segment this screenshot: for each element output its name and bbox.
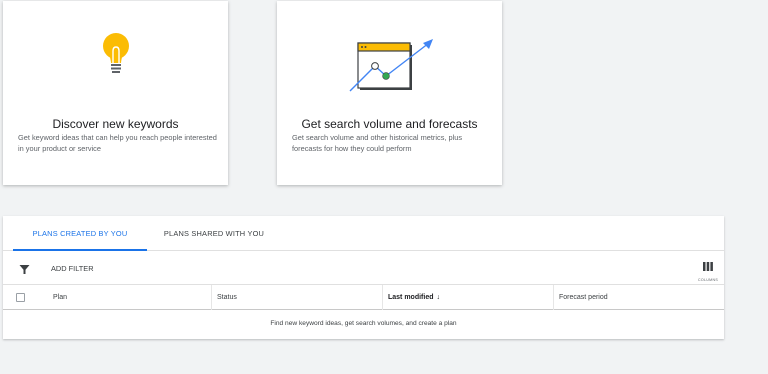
columns-button[interactable]: COLUMNS — [698, 258, 718, 282]
columns-label: COLUMNS — [698, 278, 719, 282]
columns-icon — [703, 258, 713, 275]
card-description: Get search volume and other historical m… — [292, 133, 463, 153]
tab-plans-shared-with-you[interactable]: PLANS SHARED WITH YOU — [153, 216, 275, 251]
tab-plans-created-by-you[interactable]: PLANS CREATED BY YOU — [13, 216, 147, 251]
filter-icon[interactable] — [19, 262, 30, 280]
search-volume-card[interactable]: Get search volume and forecasts Get sear… — [277, 1, 502, 185]
card-description: Get keyword ideas that can help you reac… — [18, 133, 217, 153]
column-header-last-modified[interactable]: Last modified ↓ — [382, 285, 553, 310]
empty-state-message: Find new keyword ideas, get search volum… — [270, 320, 457, 327]
card-title: Discover new keywords — [52, 117, 179, 131]
plans-panel: PLANS CREATED BY YOU PLANS SHARED WITH Y… — [3, 216, 724, 339]
column-header-forecast-period[interactable]: Forecast period — [553, 285, 724, 310]
card-title: Get search volume and forecasts — [301, 117, 478, 131]
arrow-down-icon: ↓ — [436, 294, 441, 301]
lightbulb-icon — [3, 31, 228, 79]
select-all-checkbox[interactable] — [16, 293, 25, 302]
trend-chart-icon — [277, 36, 502, 92]
table-header: Plan Status Last modified ↓ Forecast peri… — [3, 285, 724, 310]
add-filter-button[interactable]: ADD FILTER — [51, 264, 94, 273]
column-header-status[interactable]: Status — [211, 285, 382, 310]
plans-tabs: PLANS CREATED BY YOU PLANS SHARED WITH Y… — [3, 216, 724, 251]
column-header-plan[interactable]: Plan — [48, 285, 213, 310]
filter-toolbar: ADD FILTER COLUMNS — [3, 251, 724, 285]
column-header-label: Last modified — [388, 294, 434, 301]
discover-keywords-card[interactable]: Discover new keywords Get keyword ideas … — [3, 1, 228, 185]
